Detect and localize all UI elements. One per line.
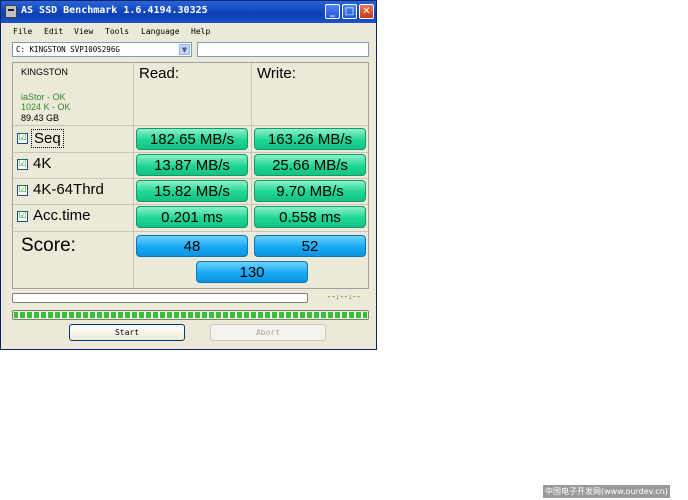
4k-checkbox[interactable]: ☑ <box>17 159 28 170</box>
4k-label: 4K <box>33 155 52 172</box>
driver-status: iaStor - OK <box>21 92 66 102</box>
acctime-label: Acc.time <box>33 207 91 224</box>
4k64-write-result: 9.70 MB/s <box>254 180 366 202</box>
total-progress-bar <box>12 310 369 320</box>
grid-divider <box>133 63 134 288</box>
menu-tools[interactable]: Tools <box>105 27 129 36</box>
drive-size: 89.43 GB <box>21 113 60 123</box>
menu-file[interactable]: File <box>13 27 32 36</box>
drive-select[interactable]: C: KINGSTON SVP100S296G ▼ <box>12 42 192 57</box>
4k-write-result: 25.66 MB/s <box>254 154 366 176</box>
drive-select-value: C: KINGSTON SVP100S296G <box>16 45 120 54</box>
abort-button[interactable]: Abort <box>210 324 326 341</box>
alignment-status: 1024 K - OK <box>21 102 71 112</box>
seq-write-result: 163.26 MB/s <box>254 128 366 150</box>
grid-divider <box>13 178 368 179</box>
total-score: 130 <box>196 261 308 283</box>
benchmark-results-grid: KINGSTON iaStor - OK 1024 K - OK 89.43 G… <box>12 62 369 289</box>
seq-label: Seq <box>31 129 64 148</box>
window-title: AS SSD Benchmark 1.6.4194.30325 <box>21 5 208 16</box>
maximize-button[interactable]: □ <box>342 4 357 19</box>
acctime-write-result: 0.558 ms <box>254 206 366 228</box>
score-label: Score: <box>21 235 76 256</box>
write-score: 52 <box>254 235 366 257</box>
grid-divider <box>13 152 368 153</box>
app-window: AS SSD Benchmark 1.6.4194.30325 _ □ ✕ Fi… <box>0 0 377 350</box>
drive-info-field[interactable] <box>197 42 369 57</box>
chevron-down-icon[interactable]: ▼ <box>179 44 190 55</box>
start-button[interactable]: Start <box>69 324 185 341</box>
read-column-header: Read: <box>139 65 180 82</box>
4k-read-result: 13.87 MB/s <box>136 154 248 176</box>
grid-divider <box>13 204 368 205</box>
acctime-checkbox[interactable]: ☑ <box>17 211 28 222</box>
menu-view[interactable]: View <box>74 27 93 36</box>
seq-read-result: 182.65 MB/s <box>136 128 248 150</box>
elapsed-time: --:--:-- <box>327 293 361 301</box>
grid-divider <box>251 63 252 231</box>
test-progress-bar <box>12 293 308 303</box>
4k64-read-result: 15.82 MB/s <box>136 180 248 202</box>
menu-language[interactable]: Language <box>141 27 180 36</box>
menu-edit[interactable]: Edit <box>44 27 63 36</box>
seq-checkbox[interactable]: ☑ <box>17 133 28 144</box>
4k64-checkbox[interactable]: ☑ <box>17 185 28 196</box>
close-button[interactable]: ✕ <box>359 4 374 19</box>
watermark: 中国电子开发网(www.ourdev.cn) <box>543 485 670 498</box>
drive-model: KINGSTON <box>21 67 68 77</box>
write-column-header: Write: <box>257 65 296 82</box>
title-bar[interactable]: AS SSD Benchmark 1.6.4194.30325 _ □ ✕ <box>1 1 376 23</box>
menu-help[interactable]: Help <box>191 27 210 36</box>
acctime-read-result: 0.201 ms <box>136 206 248 228</box>
minimize-button[interactable]: _ <box>325 4 340 19</box>
read-score: 48 <box>136 235 248 257</box>
4k64-label: 4K-64Thrd <box>33 181 104 198</box>
grid-divider <box>13 125 368 126</box>
app-drive-icon <box>5 5 17 18</box>
grid-divider <box>13 231 368 232</box>
